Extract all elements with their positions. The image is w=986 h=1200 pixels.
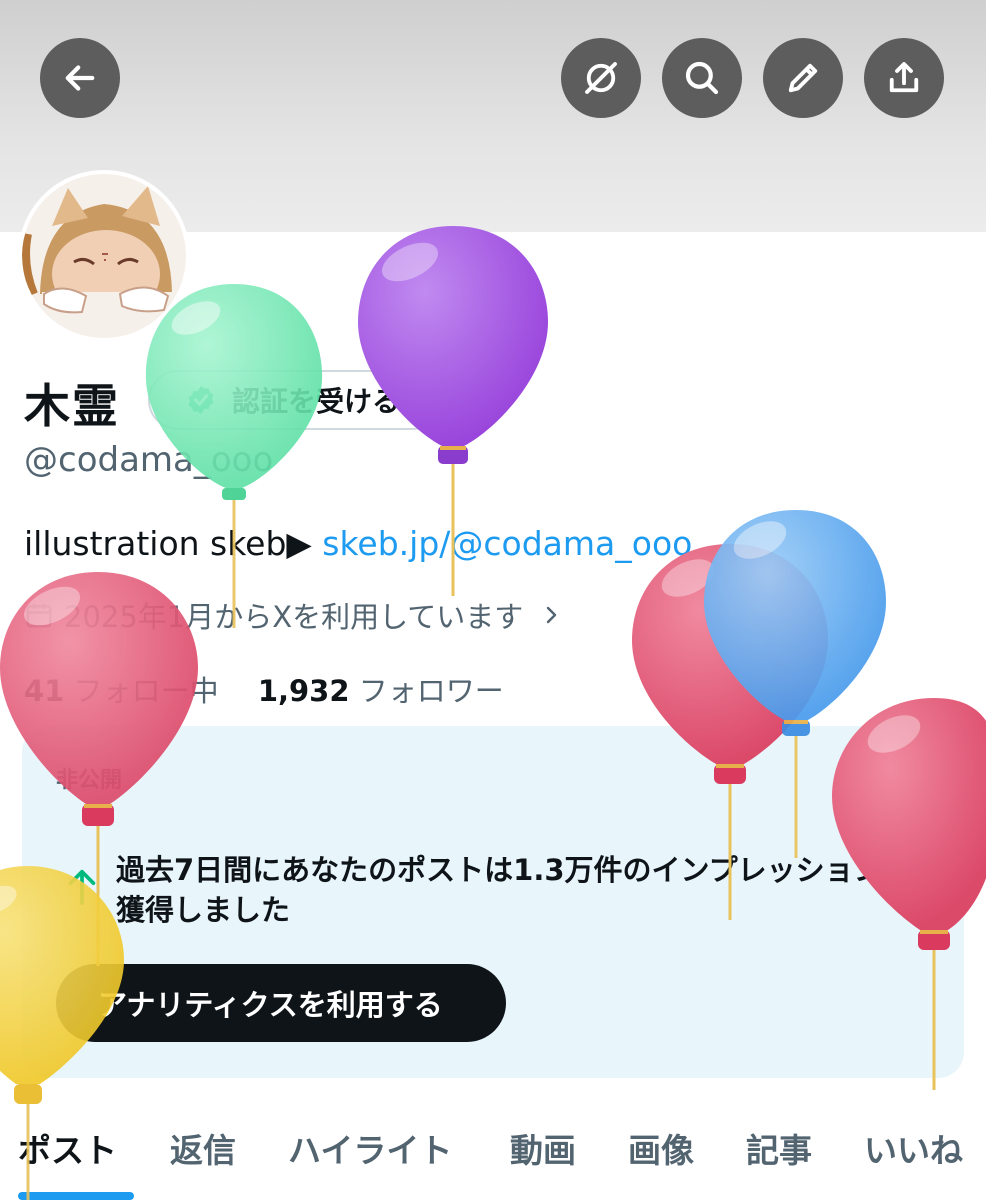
following-link[interactable]: 41 フォロー中	[24, 674, 219, 708]
verified-badge-icon	[188, 385, 214, 415]
close-icon[interactable]	[892, 760, 928, 796]
share-icon	[889, 62, 919, 93]
following-label: フォロー中	[73, 674, 219, 708]
back-button[interactable]	[40, 38, 120, 118]
bio-text: illustration skeb▶	[24, 524, 323, 563]
followers-link[interactable]: 1,932 フォロワー	[258, 674, 504, 708]
bio-link[interactable]: skeb.jp/@codama_ooo	[322, 524, 692, 563]
tab-replies[interactable]: 返信	[170, 1124, 236, 1172]
bio: illustration skeb▶ skeb.jp/@codama_ooo	[24, 524, 692, 563]
tab-videos[interactable]: 動画	[510, 1124, 576, 1172]
private-label: 非公開	[56, 768, 123, 793]
tab-images[interactable]: 画像	[628, 1124, 694, 1172]
tab-articles[interactable]: 記事	[746, 1124, 812, 1172]
tab-posts[interactable]: ポスト	[18, 1124, 117, 1172]
active-tab-indicator	[18, 1192, 134, 1200]
get-verified-label: 認証を受ける	[232, 385, 401, 418]
arrow-left-icon	[65, 65, 95, 91]
avatar[interactable]	[18, 170, 190, 342]
impressions-message: 過去7日間にあなたのポストは1.3万件のインプレッションを獲得しました	[116, 853, 912, 927]
following-count: 41	[24, 674, 65, 708]
calendar-icon	[26, 603, 52, 628]
chevron-right-icon	[547, 606, 557, 624]
followers-count: 1,932	[257, 674, 350, 708]
join-date-text: 2025年1月からXを利用しています	[64, 600, 524, 634]
get-verified-button[interactable]: 認証を受ける	[148, 370, 442, 430]
tab-likes[interactable]: いいね	[864, 1124, 963, 1172]
search-icon	[685, 61, 719, 95]
profile-tabs: ポスト 返信 ハイライト 動画 画像 記事 いいね	[0, 1100, 986, 1200]
edit-button[interactable]	[763, 38, 843, 118]
grok-icon	[585, 62, 617, 94]
trend-up-arrow-icon	[68, 869, 96, 905]
analytics-button[interactable]: アナリティクスを利用する	[56, 964, 506, 1042]
followers-label: フォロワー	[358, 674, 504, 708]
grok-button[interactable]	[561, 38, 641, 118]
avatar-illustration	[22, 174, 186, 338]
follow-stats: 41 フォロー中 1,932 フォロワー	[24, 668, 504, 710]
display-name: 木霊	[24, 379, 120, 433]
user-handle: @codama_ooo	[24, 440, 274, 480]
share-button[interactable]	[864, 38, 944, 118]
pencil-icon	[788, 63, 818, 93]
search-button[interactable]	[662, 38, 742, 118]
tab-highlights[interactable]: ハイライト	[288, 1124, 452, 1172]
join-date[interactable]: 2025年1月からXを利用しています	[24, 594, 573, 636]
